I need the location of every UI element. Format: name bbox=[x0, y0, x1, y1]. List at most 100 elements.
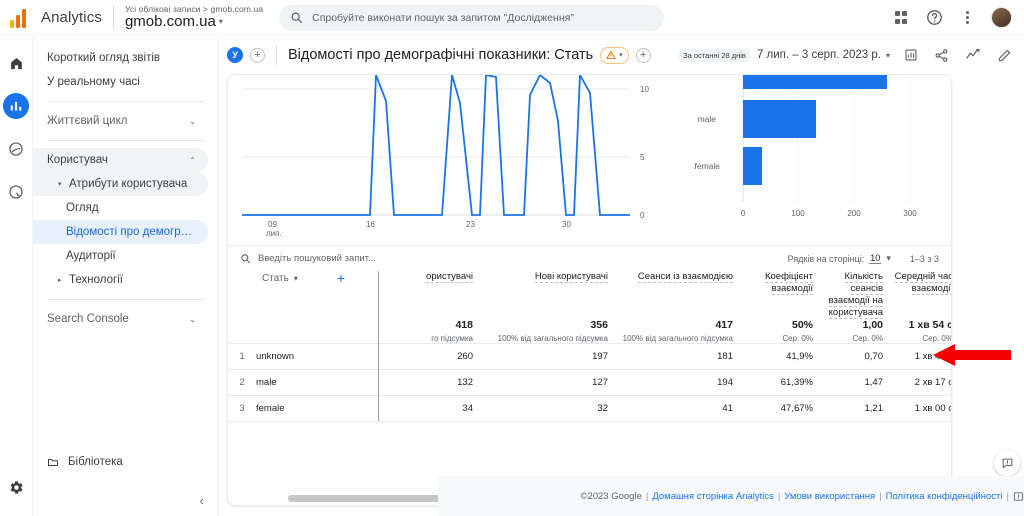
sidebar-item-audiences[interactable]: Аудиторії bbox=[33, 244, 208, 268]
sidebar-item-reports-snapshot[interactable]: Короткий огляд звітів bbox=[33, 46, 208, 70]
cell-avg-engagement-time: 1 хв 00 с bbox=[883, 394, 951, 422]
dimension-selector[interactable]: Стать ▾ + bbox=[228, 271, 378, 285]
row-name[interactable]: unknown bbox=[256, 351, 294, 362]
separator: | bbox=[645, 490, 649, 502]
sidebar-item-label: Відомості про демографіч... bbox=[66, 226, 196, 238]
table-row[interactable]: 2 male 132 127 194 61,39% 1,47 2 хв 17 с bbox=[228, 368, 951, 395]
explore-icon[interactable] bbox=[3, 136, 29, 162]
search-input[interactable]: Спробуйте виконати пошук за запитом "Дос… bbox=[279, 4, 665, 31]
cell-sessions-per-user: 1,21 bbox=[813, 394, 883, 422]
totals-value: 1,00 bbox=[862, 318, 883, 331]
comparison-avatar[interactable]: У bbox=[227, 47, 243, 63]
chevron-down-icon[interactable]: ▾ bbox=[294, 274, 298, 283]
cell-users: 132 bbox=[377, 368, 473, 395]
feedback-bubble-icon[interactable] bbox=[994, 450, 1020, 476]
divider bbox=[276, 45, 277, 65]
separator: | bbox=[777, 490, 781, 502]
chevron-left-icon[interactable]: ‹ bbox=[200, 493, 204, 508]
reports-icon[interactable] bbox=[3, 93, 29, 119]
gear-icon[interactable] bbox=[3, 474, 29, 500]
add-dimension-button[interactable]: + bbox=[337, 271, 345, 285]
avatar[interactable] bbox=[991, 7, 1012, 28]
report-table: Стать ▾ + ористувачі Нові користувачі Се… bbox=[228, 271, 951, 422]
charts-region: 10 5 0 09 лип. 16 23 30 male female 0 10… bbox=[228, 75, 951, 245]
col-header-sessions-per-user[interactable]: Кількість сеансів взаємодії на користува… bbox=[813, 271, 883, 319]
row-index: 2 bbox=[239, 377, 245, 387]
chevron-down-icon[interactable]: ▾ bbox=[886, 253, 891, 264]
sidebar-item-lifecycle[interactable]: Життєвий цикл ⌄ bbox=[33, 109, 208, 133]
row-name[interactable]: male bbox=[256, 377, 277, 388]
account-selector[interactable]: Усі облікові записи > gmob.com.ua gmob.c… bbox=[125, 5, 263, 30]
totals-value: 356 bbox=[590, 318, 608, 331]
totals-avg-engagement-time: 1 хв 54 с Сер. 0% bbox=[883, 319, 951, 344]
report-actions bbox=[904, 47, 1012, 63]
table-search-input[interactable]: Введіть пошуковий запит... bbox=[258, 253, 376, 264]
cell-new-users: 32 bbox=[473, 394, 608, 422]
help-icon[interactable] bbox=[925, 9, 943, 27]
footer-link-terms[interactable]: Умови використання bbox=[784, 491, 875, 502]
table-row[interactable]: 1 unknown 260 197 181 41,9% 0,70 1 хв 46… bbox=[228, 342, 951, 369]
home-icon[interactable] bbox=[3, 50, 29, 76]
cell-engaged-sessions: 41 bbox=[608, 394, 733, 422]
sidebar-item-user-attributes[interactable]: ▾ Атрибути користувача bbox=[33, 172, 208, 196]
sidebar-item-demographic-details[interactable]: Відомості про демографіч... bbox=[33, 220, 208, 244]
sidebar-item-realtime[interactable]: У реальному часі bbox=[33, 70, 208, 94]
footer-link-home[interactable]: Домашня сторінка Analytics bbox=[652, 491, 774, 502]
top-bar-icons bbox=[892, 7, 1024, 28]
col-header-engaged-sessions[interactable]: Сеанси із взаємодією bbox=[608, 271, 733, 319]
advertising-icon[interactable] bbox=[3, 179, 29, 205]
warning-chip[interactable]: ▾ bbox=[600, 46, 629, 64]
cell-avg-engagement-time: 1 хв 46 с bbox=[883, 342, 951, 369]
svg-text:лип.: лип. bbox=[266, 229, 282, 238]
sidebar-item-tech[interactable]: ▸ Технології bbox=[33, 268, 208, 292]
property-name: gmob.com.ua bbox=[124, 13, 216, 31]
totals-sub: 100% від загального підсумка bbox=[497, 333, 608, 343]
row-name[interactable]: female bbox=[256, 403, 285, 414]
totals-sub: Сер. 0% bbox=[782, 333, 813, 343]
insights-icon[interactable] bbox=[965, 47, 981, 63]
search-icon[interactable] bbox=[240, 253, 251, 264]
sidebar-item-user[interactable]: Користувач ⌃ bbox=[33, 148, 208, 172]
col-header-new-users[interactable]: Нові користувачі bbox=[473, 271, 608, 319]
sidebar-item-overview[interactable]: Огляд bbox=[33, 196, 208, 220]
totals-value: 417 bbox=[715, 318, 733, 331]
footer: ©2023 Google | Домашня сторінка Analytic… bbox=[438, 476, 1024, 516]
svg-text:16: 16 bbox=[366, 220, 375, 229]
sidebar-item-label: Життєвий цикл bbox=[47, 115, 128, 127]
sidebar-item-library[interactable]: Бібліотека bbox=[33, 450, 208, 474]
sidebar-item-label: У реальному часі bbox=[47, 76, 140, 88]
apps-grid-icon[interactable] bbox=[892, 9, 910, 27]
table-row[interactable]: 3 female 34 32 41 47,67% 1,21 1 хв 00 с bbox=[228, 394, 951, 422]
totals-row: 418 го підсумка 356 100% від загального … bbox=[228, 318, 951, 344]
folder-icon bbox=[47, 456, 59, 468]
bar-unknown bbox=[743, 75, 887, 89]
cell-new-users: 197 bbox=[473, 342, 608, 369]
sidebar-item-search-console[interactable]: Search Console ⌄ bbox=[33, 307, 208, 331]
share-icon[interactable] bbox=[934, 48, 949, 63]
chevron-down-icon[interactable]: ▾ bbox=[219, 17, 223, 26]
rows-per-page-select[interactable]: 10 bbox=[869, 253, 882, 264]
sidebar-item-label: Бібліотека bbox=[68, 456, 123, 468]
col-header-engagement-rate[interactable]: Коефіцієнт взаємодії bbox=[733, 271, 813, 319]
edit-pencil-icon[interactable] bbox=[997, 48, 1012, 63]
bar-chart[interactable]: male female 0 100 200 300 bbox=[658, 75, 952, 245]
chevron-down-icon: ▾ bbox=[885, 50, 890, 60]
col-header-avg-engagement-time[interactable]: Середній час взаємодії bbox=[883, 271, 951, 319]
col-header-users[interactable]: ористувачі bbox=[377, 271, 473, 319]
svg-text:5: 5 bbox=[640, 153, 645, 162]
totals-sub: го підсумка bbox=[431, 333, 473, 343]
copyright: ©2023 Google bbox=[580, 490, 642, 502]
footer-link-privacy[interactable]: Політика конфіденційності bbox=[886, 491, 1003, 502]
chevron-down-icon: ⌄ bbox=[189, 116, 196, 126]
add-chip-button[interactable]: + bbox=[635, 47, 651, 63]
date-range-value: 7 лип. – 3 серп. 2023 р. bbox=[756, 49, 881, 61]
property-name-row: gmob.com.ua ▾ bbox=[125, 14, 263, 30]
search-placeholder: Спробуйте виконати пошук за запитом "Дос… bbox=[312, 11, 575, 24]
dimension-label: Стать bbox=[262, 272, 289, 284]
add-comparison-button[interactable]: + bbox=[250, 47, 265, 63]
date-range-selector[interactable]: За останні 28 днів 7 лип. – 3 серп. 2023… bbox=[679, 48, 890, 62]
more-vertical-icon[interactable] bbox=[958, 9, 976, 27]
edit-comparison-icon[interactable] bbox=[904, 48, 918, 62]
svg-text:09: 09 bbox=[268, 220, 277, 229]
divider bbox=[47, 299, 204, 300]
